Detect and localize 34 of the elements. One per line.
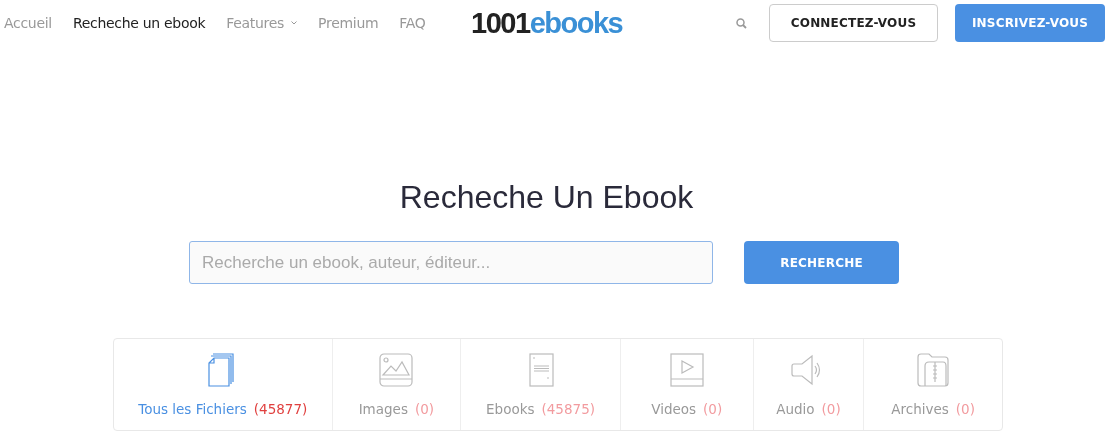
video-icon bbox=[668, 352, 705, 388]
category-tab[interactable]: Images (0) bbox=[332, 339, 462, 430]
tab-count: (0) bbox=[703, 401, 723, 417]
tab-count: (0) bbox=[414, 401, 435, 417]
search-field[interactable]: Recherche un ebook, auteur, éditeur... bbox=[189, 241, 713, 284]
tab-label: Images bbox=[358, 401, 408, 417]
search-button[interactable]: RECHERCHE bbox=[744, 241, 899, 284]
category-tab[interactable]: Tous les Fichiers (45877) bbox=[114, 339, 333, 430]
tab-label: Ebooks bbox=[486, 401, 535, 417]
nav-link[interactable]: Features bbox=[226, 15, 298, 31]
caret-icon bbox=[291, 21, 298, 25]
signup-button[interactable]: INSCRIVEZ-VOUS bbox=[955, 4, 1105, 42]
category-tab[interactable]: Archives (0) bbox=[864, 339, 1002, 430]
tab-label: Archives bbox=[891, 401, 949, 417]
nav-link[interactable]: Accueil bbox=[4, 15, 52, 31]
category-tab[interactable]: Ebooks (45875) bbox=[461, 339, 621, 430]
tab-label: Audio bbox=[776, 401, 815, 417]
tab-label: Videos bbox=[651, 401, 697, 417]
zip-folder-icon bbox=[915, 352, 952, 388]
nav-link[interactable]: Recheche un ebook bbox=[72, 15, 206, 31]
tab-count: (45877) bbox=[253, 401, 308, 417]
tab-count: (45875) bbox=[541, 401, 595, 417]
nav-link[interactable]: Premium bbox=[318, 15, 379, 31]
login-button[interactable]: CONNECTEZ-VOUS bbox=[769, 4, 938, 42]
image-icon bbox=[378, 352, 415, 388]
logo[interactable]: 1001ebooks bbox=[471, 6, 736, 40]
page-title: Recheche Un Ebook bbox=[398, 178, 695, 217]
tab-count: (0) bbox=[821, 401, 841, 417]
nav-link[interactable]: FAQ bbox=[399, 15, 426, 31]
tab-label: Tous les Fichiers bbox=[138, 401, 247, 417]
category-tab[interactable]: Audio (0) bbox=[753, 339, 865, 430]
search-icon[interactable] bbox=[736, 17, 747, 29]
category-tab[interactable]: Videos (0) bbox=[620, 339, 754, 430]
tab-count: (0) bbox=[955, 401, 975, 417]
